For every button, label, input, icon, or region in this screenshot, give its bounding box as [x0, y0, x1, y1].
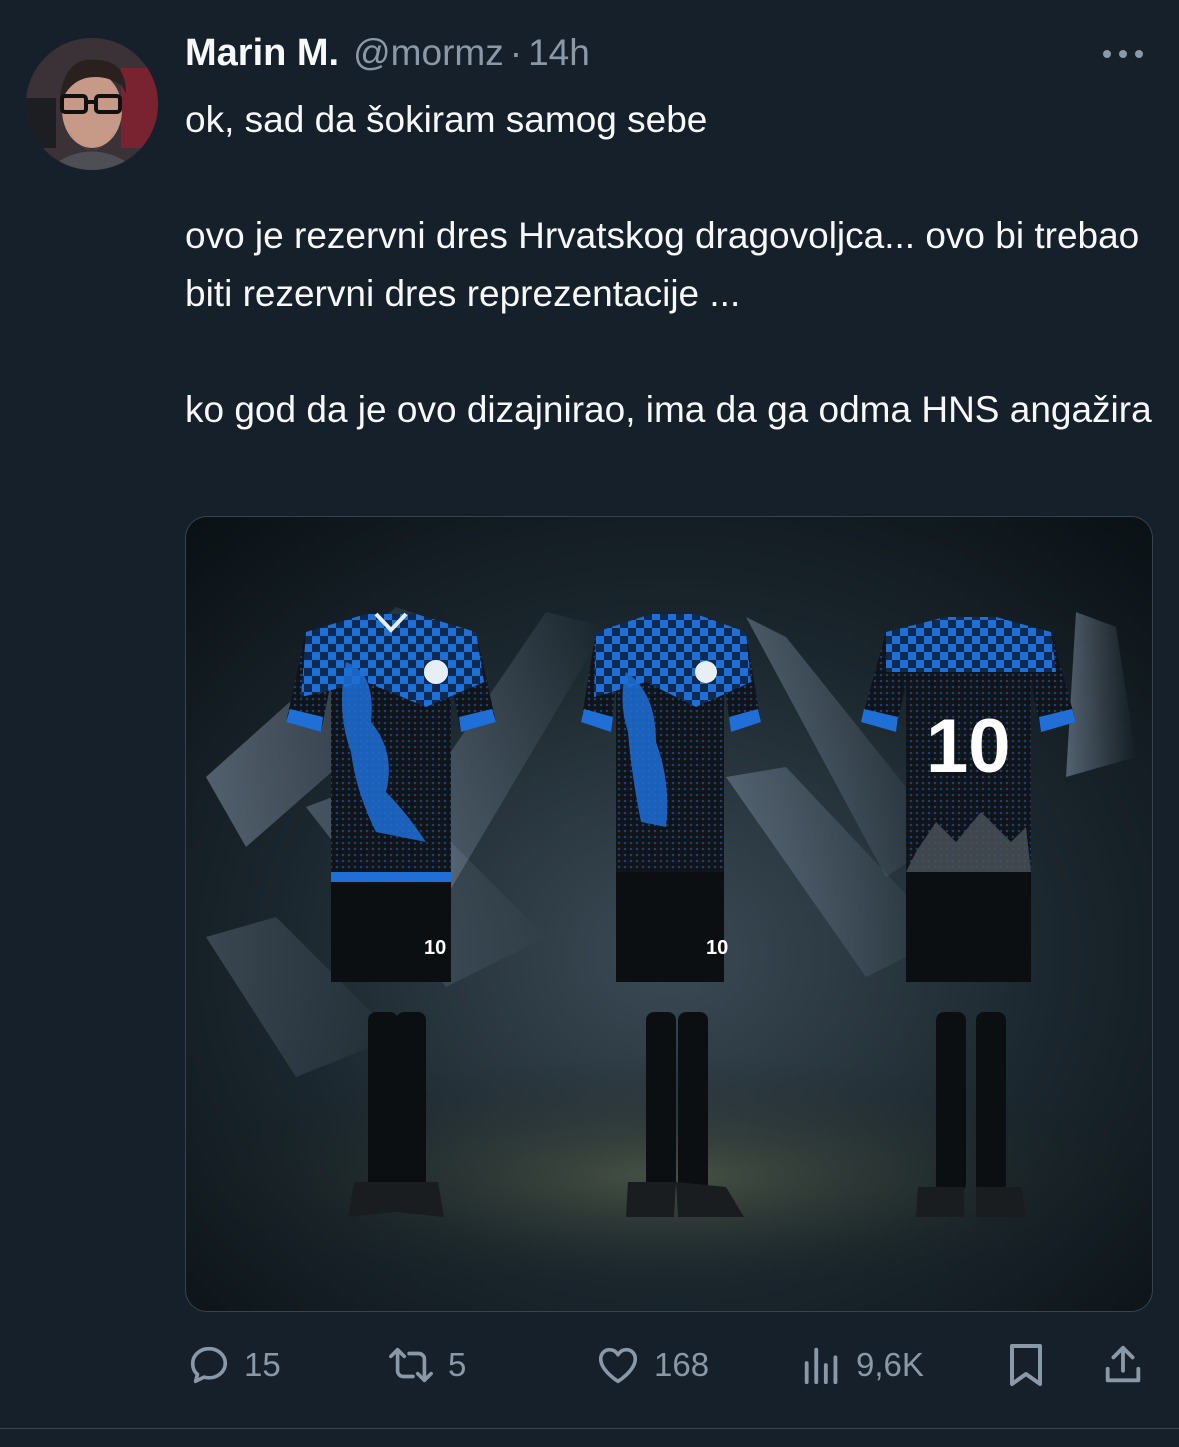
tweet-paragraph: ovo je rezervni dres Hrvatskog dragovolj…	[185, 215, 1140, 314]
reply-count: 15	[244, 1346, 281, 1383]
repost-count: 5	[448, 1346, 467, 1383]
kit-back-number: 10	[926, 704, 1011, 789]
tweet-timestamp[interactable]: 14h	[528, 32, 590, 74]
views-count: 9,6K	[856, 1346, 924, 1383]
like-count: 168	[654, 1346, 710, 1383]
kit-number: 10	[706, 937, 728, 959]
views-button[interactable]: 9,6K	[800, 1330, 924, 1400]
share-icon	[1105, 1345, 1141, 1383]
like-icon	[598, 1347, 638, 1384]
tweet-media-image[interactable]: 10 10 10	[185, 516, 1153, 1312]
separator-dot: ·	[509, 32, 523, 73]
tweet-text: ok, sad da šokiram samog sebe ovo je rez…	[185, 91, 1160, 439]
repost-button[interactable]: 5	[386, 1330, 466, 1400]
repost-icon	[389, 1347, 433, 1383]
tweet-header: Marin M. @mormz · 14h	[185, 32, 590, 82]
reply-icon	[190, 1346, 228, 1384]
football-kit-mockup: 10 10 10	[186, 517, 1152, 1311]
author-handle[interactable]: @mormz	[353, 32, 504, 74]
like-button[interactable]: 168	[594, 1330, 709, 1400]
more-icon[interactable]	[1100, 42, 1146, 66]
reply-button[interactable]: 15	[186, 1330, 281, 1400]
bookmark-button[interactable]	[1004, 1330, 1048, 1400]
share-button[interactable]	[1100, 1330, 1146, 1400]
avatar[interactable]	[26, 38, 158, 170]
tweet-action-bar: 15 5 168 9,6K	[0, 1330, 1179, 1400]
avatar-photo	[26, 38, 158, 170]
bookmark-icon	[1010, 1344, 1042, 1386]
divider	[0, 1428, 1179, 1429]
tweet-paragraph: ok, sad da šokiram samog sebe	[185, 99, 708, 140]
tweet-paragraph: ko god da je ovo dizajnirao, ima da ga o…	[185, 389, 1152, 430]
views-icon	[804, 1347, 838, 1385]
author-name[interactable]: Marin M.	[185, 32, 339, 75]
kit-number: 10	[424, 937, 446, 959]
